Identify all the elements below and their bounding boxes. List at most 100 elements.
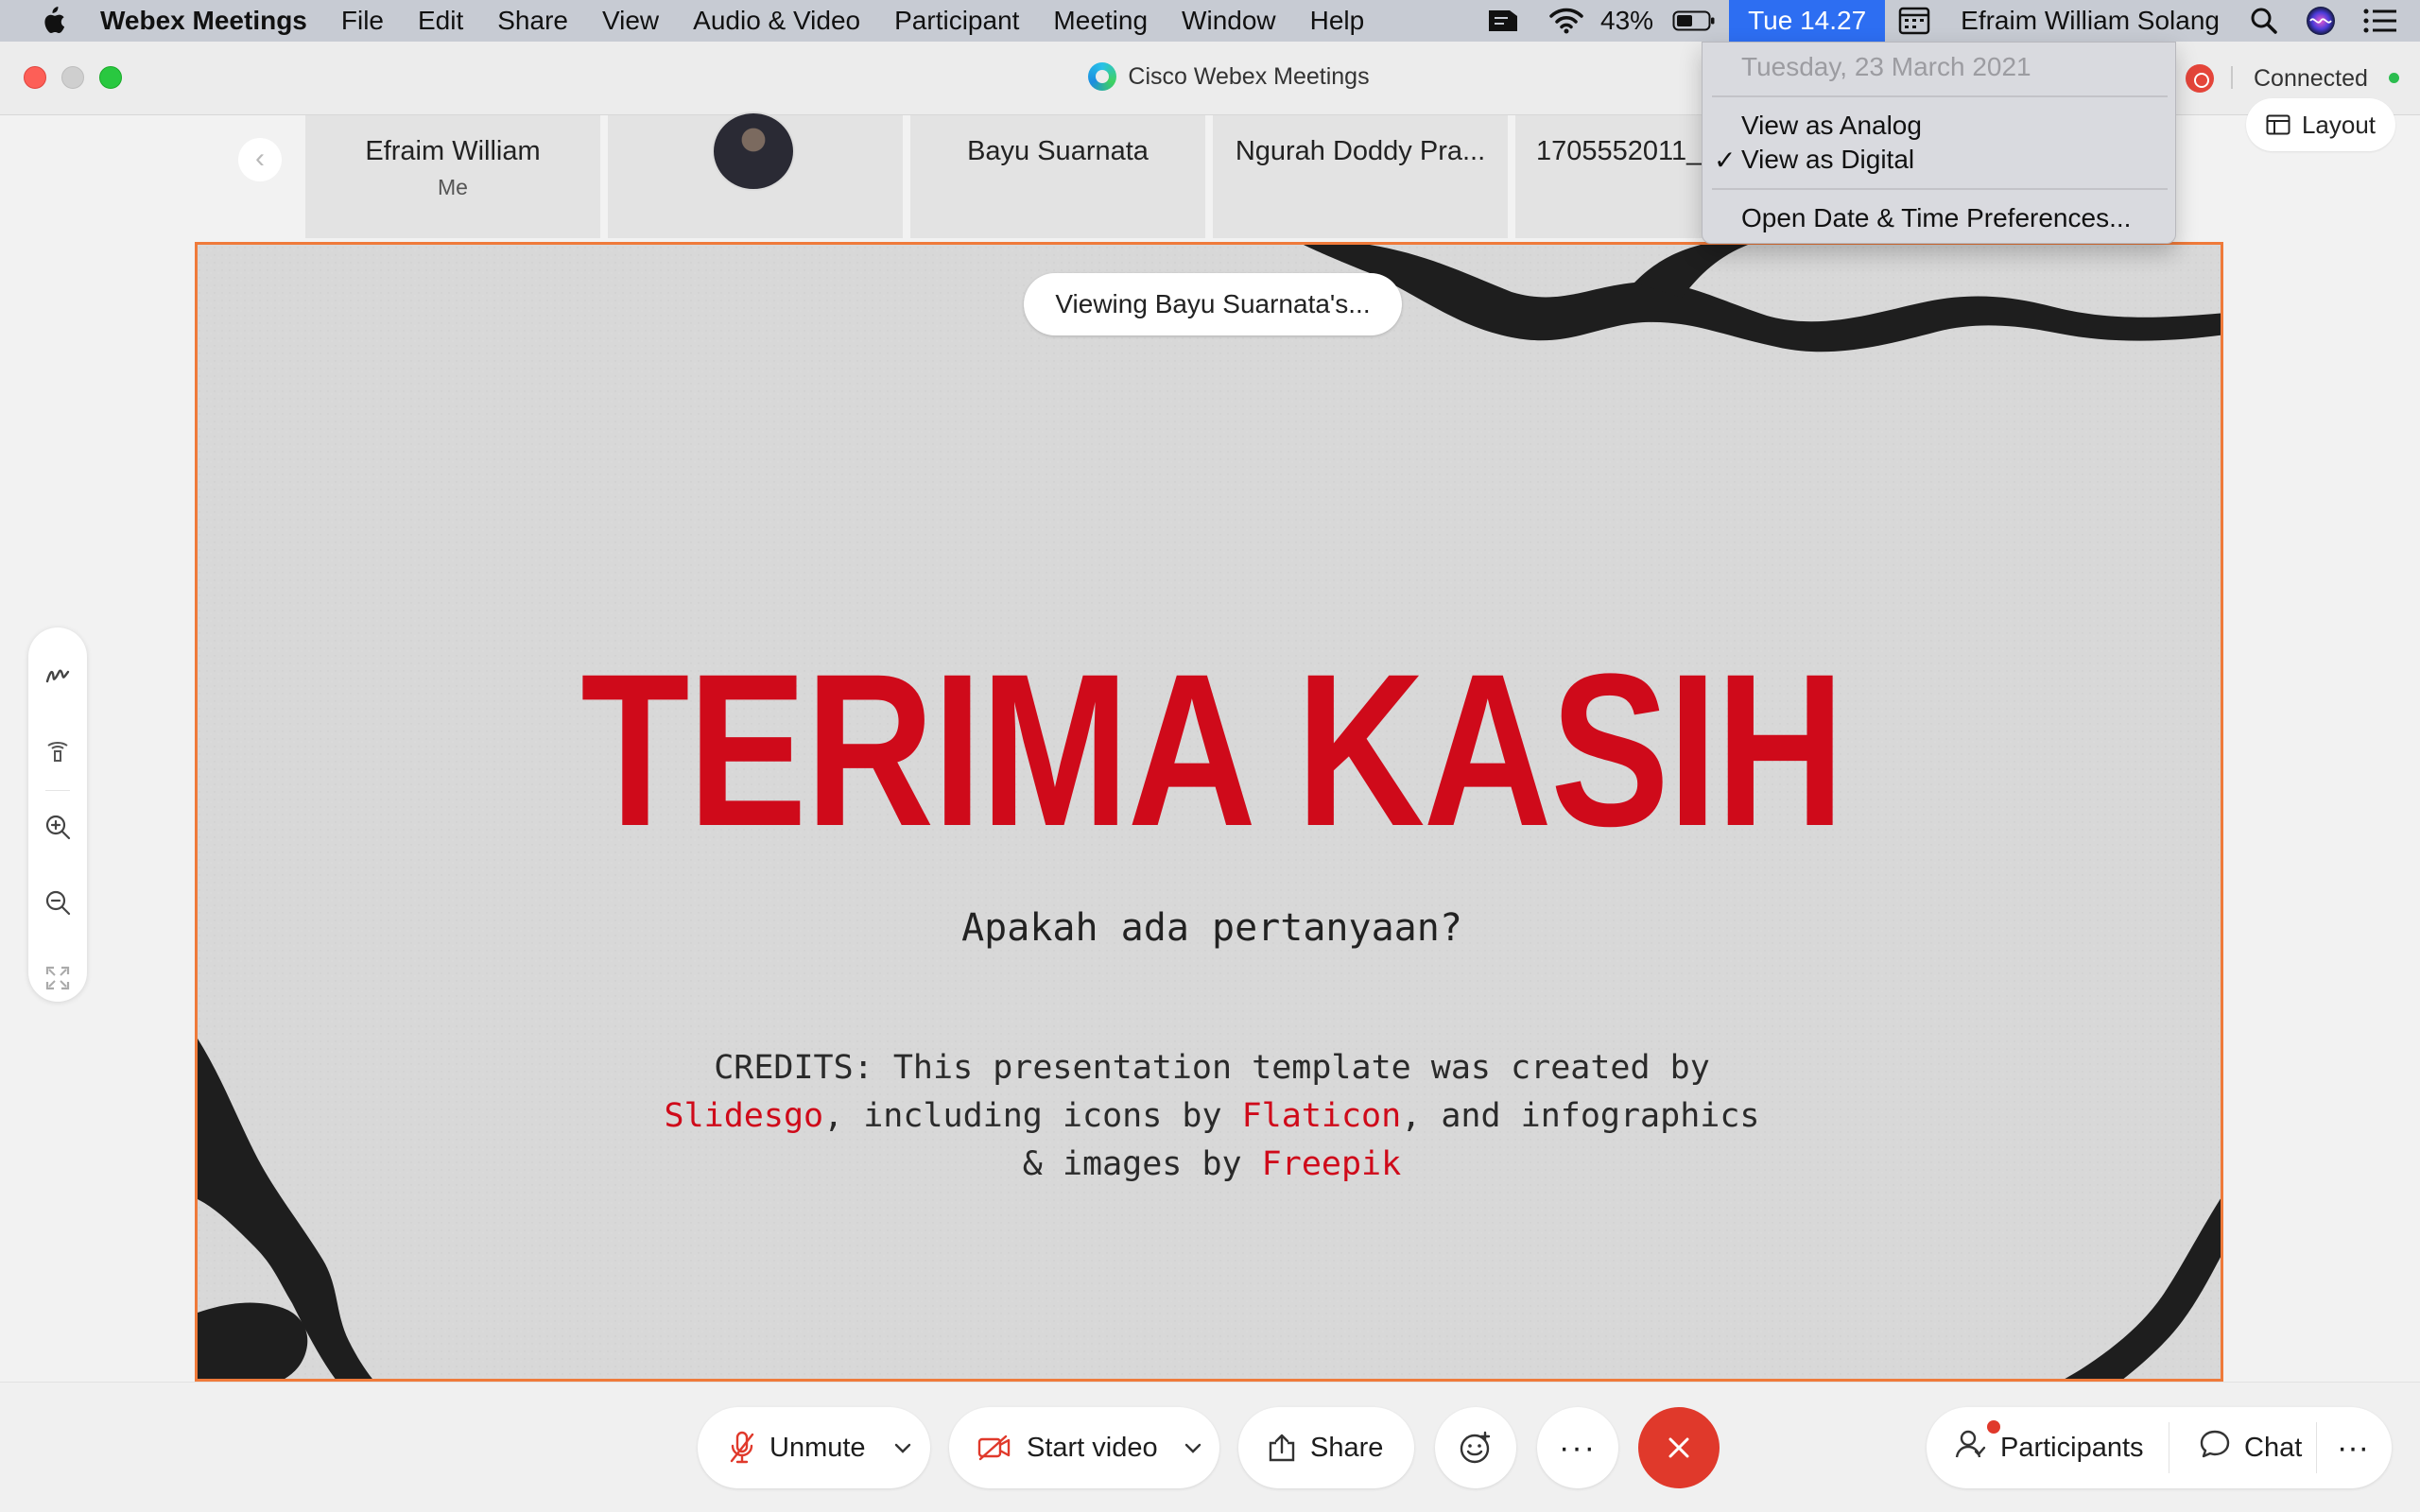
battery-percent: 43% xyxy=(1600,6,1654,35)
start-video-button[interactable]: Start video xyxy=(949,1407,1219,1488)
slide-subtitle: Apakah ada pertanyaan? xyxy=(961,906,1462,950)
more-panels-label: ··· xyxy=(2337,1429,2369,1466)
zoom-in-icon[interactable] xyxy=(42,811,74,843)
participant-tile-ngurah[interactable]: Ngurah Doddy Pra... xyxy=(1213,115,1508,238)
menu-view-as-digital[interactable]: View as Digital xyxy=(1741,145,1914,175)
video-off-icon xyxy=(977,1435,1011,1461)
share-button[interactable]: Share xyxy=(1238,1407,1414,1488)
reactions-button[interactable] xyxy=(1435,1407,1516,1488)
menu-open-date-time-preferences[interactable]: Open Date & Time Preferences... xyxy=(1741,203,2131,233)
participant-me-label: Me xyxy=(438,175,468,199)
battery-icon[interactable] xyxy=(1659,0,1729,42)
participants-label: Participants xyxy=(2000,1432,2144,1463)
connection-status-dot-icon xyxy=(2389,73,2399,83)
viewing-share-label[interactable]: Viewing Bayu Suarnata's... xyxy=(1024,273,1402,335)
menu-view-as-analog[interactable]: View as Analog xyxy=(1741,111,1922,141)
participants-button[interactable]: Participants xyxy=(1955,1407,2144,1488)
participant-name: Bayu Suarnata xyxy=(967,136,1149,166)
credits-link-slidesgo: Slidesgo xyxy=(664,1097,824,1135)
menu-user-name[interactable]: Efraim William Solang xyxy=(1944,0,2237,42)
microphone-muted-icon xyxy=(730,1431,754,1465)
chat-button[interactable]: Chat xyxy=(2199,1407,2302,1488)
slide-credits: CREDITS: This presentation template was … xyxy=(550,1044,1874,1189)
participant-tile-1705552011[interactable]: 1705552011_ xyxy=(1515,115,1704,238)
credits-line: CREDITS: This presentation template was … xyxy=(714,1049,1710,1087)
menu-view[interactable]: View xyxy=(585,0,676,42)
spotlight-search-icon[interactable] xyxy=(2237,0,2291,42)
more-options-button[interactable]: ··· xyxy=(1537,1407,1618,1488)
unmute-button[interactable]: Unmute xyxy=(698,1407,930,1488)
slide-title: TERIMA KASIH xyxy=(580,628,1844,871)
chat-icon xyxy=(2199,1429,2231,1467)
menu-share[interactable]: Share xyxy=(480,0,585,42)
credits-text: & images by xyxy=(1022,1145,1262,1183)
chevron-down-icon[interactable] xyxy=(894,1442,911,1453)
fit-to-window-icon[interactable] xyxy=(42,962,74,994)
checkmark-icon: ✓ xyxy=(1714,146,1737,175)
connection-status: Connected xyxy=(2254,65,2368,92)
more-options-label: ··· xyxy=(1559,1429,1597,1466)
menu-clock[interactable]: Tue 14.27 xyxy=(1729,0,1886,42)
toolbar-divider xyxy=(45,790,70,791)
participant-tile-bayu[interactable]: Bayu Suarnata xyxy=(910,115,1205,238)
menu-file[interactable]: File xyxy=(324,0,401,42)
meeting-controls-bar: Unmute Start video Share ··· Participant… xyxy=(0,1382,2420,1512)
unmute-label: Unmute xyxy=(769,1432,866,1463)
strip-previous-button[interactable]: ‹ xyxy=(238,138,282,181)
credits-text: , and infographics xyxy=(1401,1097,1760,1135)
menu-audio-video[interactable]: Audio & Video xyxy=(676,0,877,42)
siri-icon[interactable] xyxy=(2291,0,2350,42)
notification-center-icon[interactable] xyxy=(2350,0,2420,42)
credits-text: , including icons by xyxy=(823,1097,1242,1135)
participant-name: Efraim William xyxy=(365,136,541,166)
wifi-icon[interactable] xyxy=(1536,0,1597,42)
emoji-reaction-icon xyxy=(1459,1431,1493,1465)
menu-date: Tuesday, 23 March 2021 xyxy=(1741,52,2031,81)
calendar-keyboard-icon[interactable] xyxy=(1885,0,1944,42)
annotation-toolbar xyxy=(28,627,87,1002)
participant-tile-me[interactable]: Efraim William Me xyxy=(305,115,600,238)
menu-bar: Webex Meetings File Edit Share View Audi… xyxy=(0,0,2420,42)
layout-label: Layout xyxy=(2301,111,2377,139)
share-icon xyxy=(1267,1434,1297,1462)
menu-app-name[interactable]: Webex Meetings xyxy=(79,0,324,42)
menu-edit[interactable]: Edit xyxy=(401,0,480,42)
chevron-down-icon[interactable] xyxy=(1184,1442,1201,1453)
recording-icon[interactable] xyxy=(2186,64,2214,93)
more-panels-button[interactable]: ··· xyxy=(2324,1407,2382,1488)
webex-logo-icon xyxy=(1088,62,1117,91)
credits-line: & images by Freepik xyxy=(550,1141,1874,1189)
divider xyxy=(2231,66,2233,89)
credits-line: Slidesgo, including icons by Flaticon, a… xyxy=(550,1092,1874,1141)
divider xyxy=(2316,1422,2317,1473)
menu-meeting[interactable]: Meeting xyxy=(1036,0,1165,42)
panel-buttons-group: Participants Chat ··· xyxy=(1927,1407,2392,1488)
menu-separator xyxy=(1712,95,2168,97)
apple-icon[interactable] xyxy=(25,0,79,42)
close-icon xyxy=(1666,1435,1692,1461)
credits-link-flaticon: Flaticon xyxy=(1241,1097,1402,1135)
participant-tile-avatar[interactable] xyxy=(608,112,903,238)
layout-button[interactable]: Layout xyxy=(2246,98,2395,151)
shared-content: Viewing Bayu Suarnata's... TERIMA KASIH … xyxy=(195,242,2223,1382)
participants-icon xyxy=(1955,1429,1987,1467)
window-title-text: Cisco Webex Meetings xyxy=(1128,62,1370,90)
share-label: Share xyxy=(1310,1432,1384,1463)
menu-participant[interactable]: Participant xyxy=(877,0,1036,42)
zoom-out-icon[interactable] xyxy=(42,886,74,919)
request-control-icon[interactable] xyxy=(42,735,74,767)
leave-meeting-button[interactable] xyxy=(1638,1407,1720,1488)
participant-name: 1705552011_ xyxy=(1536,136,1703,166)
notification-muted-icon[interactable] xyxy=(1472,0,1536,42)
layout-icon xyxy=(2266,114,2290,135)
annotate-pen-icon[interactable] xyxy=(42,660,74,692)
participants-notification-badge xyxy=(1987,1420,2000,1434)
credits-link-freepik: Freepik xyxy=(1261,1145,1402,1183)
avatar xyxy=(712,112,795,191)
chat-label: Chat xyxy=(2244,1432,2303,1463)
participant-name: Ngurah Doddy Pra... xyxy=(1235,136,1486,166)
menu-help[interactable]: Help xyxy=(1293,0,1382,42)
menu-window[interactable]: Window xyxy=(1165,0,1293,42)
menu-separator xyxy=(1712,188,2168,190)
start-video-label: Start video xyxy=(1027,1432,1158,1463)
